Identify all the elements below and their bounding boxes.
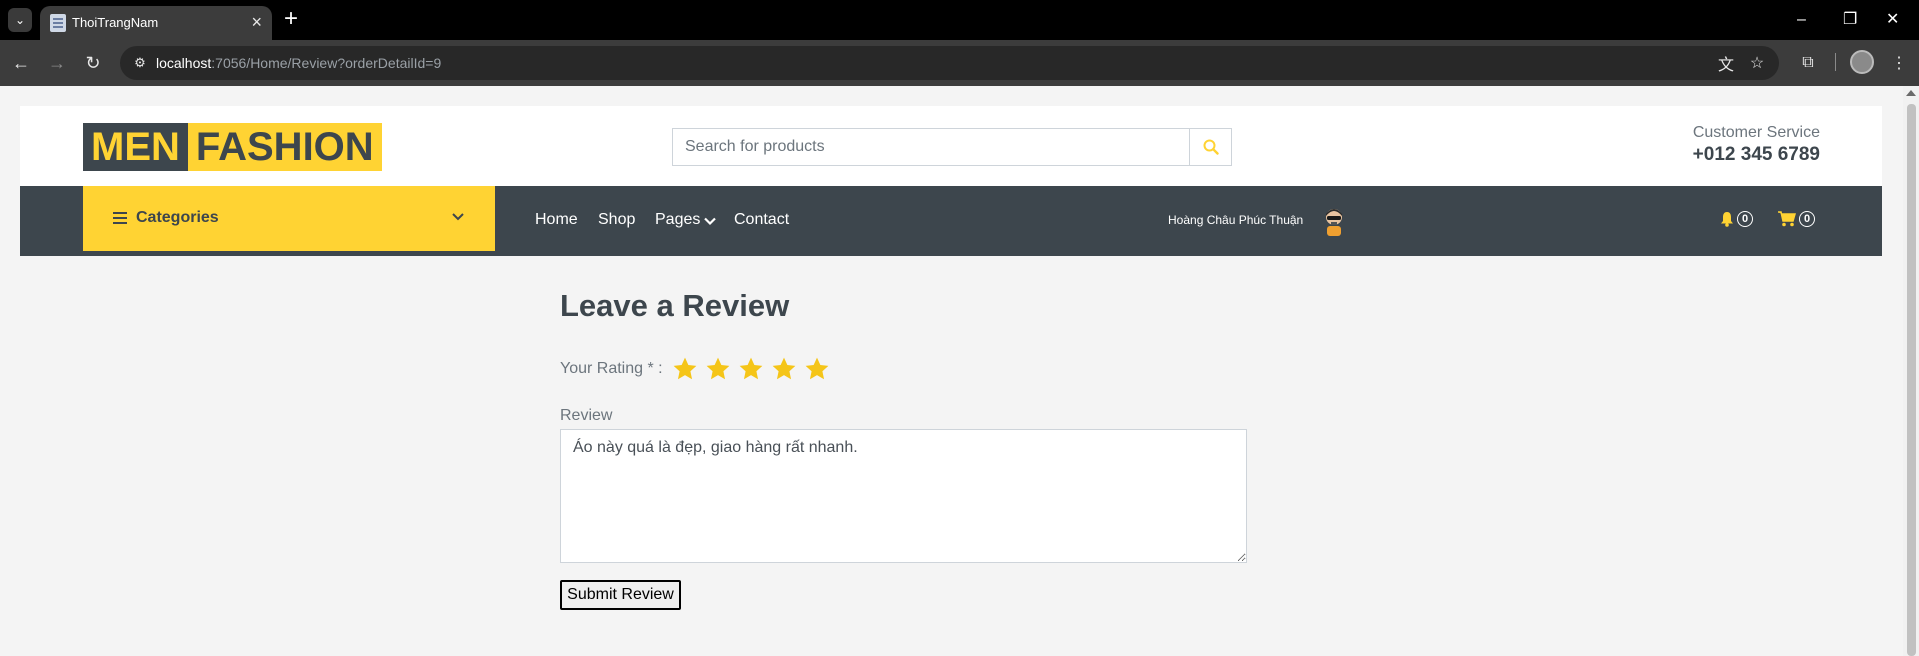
menu-icon[interactable]: ⋮ xyxy=(1886,50,1912,76)
logo-men: MEN xyxy=(83,123,188,171)
page-scrollbar[interactable] xyxy=(1903,86,1919,656)
back-icon[interactable]: ← xyxy=(8,50,34,76)
nav-pages[interactable]: Pages xyxy=(655,211,700,229)
search-icon xyxy=(1203,139,1219,155)
customer-service-label: Customer Service xyxy=(1692,124,1820,141)
address-bar[interactable]: ⚙ localhost:7056/Home/Review?orderDetail… xyxy=(120,46,1779,80)
browser-toolbar: ← → ↻ ⚙ localhost:7056/Home/Review?order… xyxy=(0,40,1919,86)
logo-fashion: FASHION xyxy=(187,123,382,171)
toolbar-separator xyxy=(1835,53,1836,71)
star-rating xyxy=(672,356,830,382)
cart[interactable]: 0 xyxy=(1778,211,1815,227)
browser-titlebar: ⌄ ThoiTrangNam × + – ❐ ✕ xyxy=(0,0,1919,40)
bars-icon xyxy=(113,212,127,224)
categories-dropdown[interactable]: Categories xyxy=(83,186,495,251)
user-avatar[interactable] xyxy=(1322,206,1346,236)
rating-label: Your Rating * : xyxy=(560,360,663,377)
forward-icon[interactable]: → xyxy=(44,50,70,76)
star-icon-3[interactable] xyxy=(738,356,764,382)
search-button[interactable] xyxy=(1189,129,1231,165)
scroll-up-icon[interactable] xyxy=(1906,90,1916,96)
browser-tab[interactable]: ThoiTrangNam × xyxy=(40,6,272,40)
star-icon-1[interactable] xyxy=(672,356,698,382)
site-info-icon[interactable]: ⚙ xyxy=(130,53,150,73)
minimize-icon[interactable]: – xyxy=(1797,8,1806,32)
top-header: MEN FASHION Customer Service +012 345 67… xyxy=(20,106,1882,186)
main-navbar: Categories Home Shop Pages Contact Hoàng… xyxy=(20,186,1882,256)
reload-icon[interactable]: ↻ xyxy=(80,50,106,76)
chevron-down-icon xyxy=(452,213,464,221)
extensions-icon[interactable]: ⧉ xyxy=(1795,50,1821,76)
cart-count: 0 xyxy=(1799,211,1815,227)
search-input[interactable] xyxy=(673,129,1189,165)
notifications[interactable]: 0 xyxy=(1720,211,1753,227)
notification-count: 0 xyxy=(1737,211,1753,227)
review-textarea[interactable] xyxy=(560,429,1247,563)
scroll-thumb[interactable] xyxy=(1907,104,1916,656)
star-icon-4[interactable] xyxy=(771,356,797,382)
user-name[interactable]: Hoàng Châu Phúc Thuận xyxy=(1168,213,1303,227)
tab-search-icon[interactable]: ⌄ xyxy=(8,8,32,32)
cart-icon xyxy=(1778,211,1796,227)
nav-contact[interactable]: Contact xyxy=(734,211,789,229)
star-icon-2[interactable] xyxy=(705,356,731,382)
customer-service: Customer Service +012 345 6789 xyxy=(1693,124,1820,166)
search-bar xyxy=(672,128,1232,166)
categories-label: Categories xyxy=(136,209,219,226)
star-icon-5[interactable] xyxy=(804,356,830,382)
profile-avatar[interactable] xyxy=(1850,50,1874,74)
page: MEN FASHION Customer Service +012 345 67… xyxy=(0,86,1903,656)
new-tab-icon[interactable]: + xyxy=(284,7,298,31)
tab-close-icon[interactable]: × xyxy=(251,12,262,32)
restore-icon[interactable]: ❐ xyxy=(1843,8,1857,32)
bookmark-star-icon[interactable]: ☆ xyxy=(1747,53,1767,73)
customer-service-phone: +012 345 6789 xyxy=(1692,144,1820,165)
site-logo[interactable]: MEN FASHION xyxy=(83,123,382,171)
pages-chevron-down-icon xyxy=(704,217,716,226)
review-label: Review xyxy=(560,407,613,424)
nav-shop[interactable]: Shop xyxy=(598,211,635,229)
tab-title: ThoiTrangNam xyxy=(72,15,159,30)
page-title: Leave a Review xyxy=(560,288,790,323)
translate-icon[interactable]: 文 xyxy=(1716,53,1736,74)
submit-review-button[interactable]: Submit Review xyxy=(560,580,681,610)
url-text[interactable]: localhost:7056/Home/Review?orderDetailId… xyxy=(156,55,441,71)
bell-icon xyxy=(1721,212,1733,227)
close-window-icon[interactable]: ✕ xyxy=(1886,8,1899,32)
favicon-icon xyxy=(50,14,66,32)
nav-home[interactable]: Home xyxy=(535,211,578,229)
